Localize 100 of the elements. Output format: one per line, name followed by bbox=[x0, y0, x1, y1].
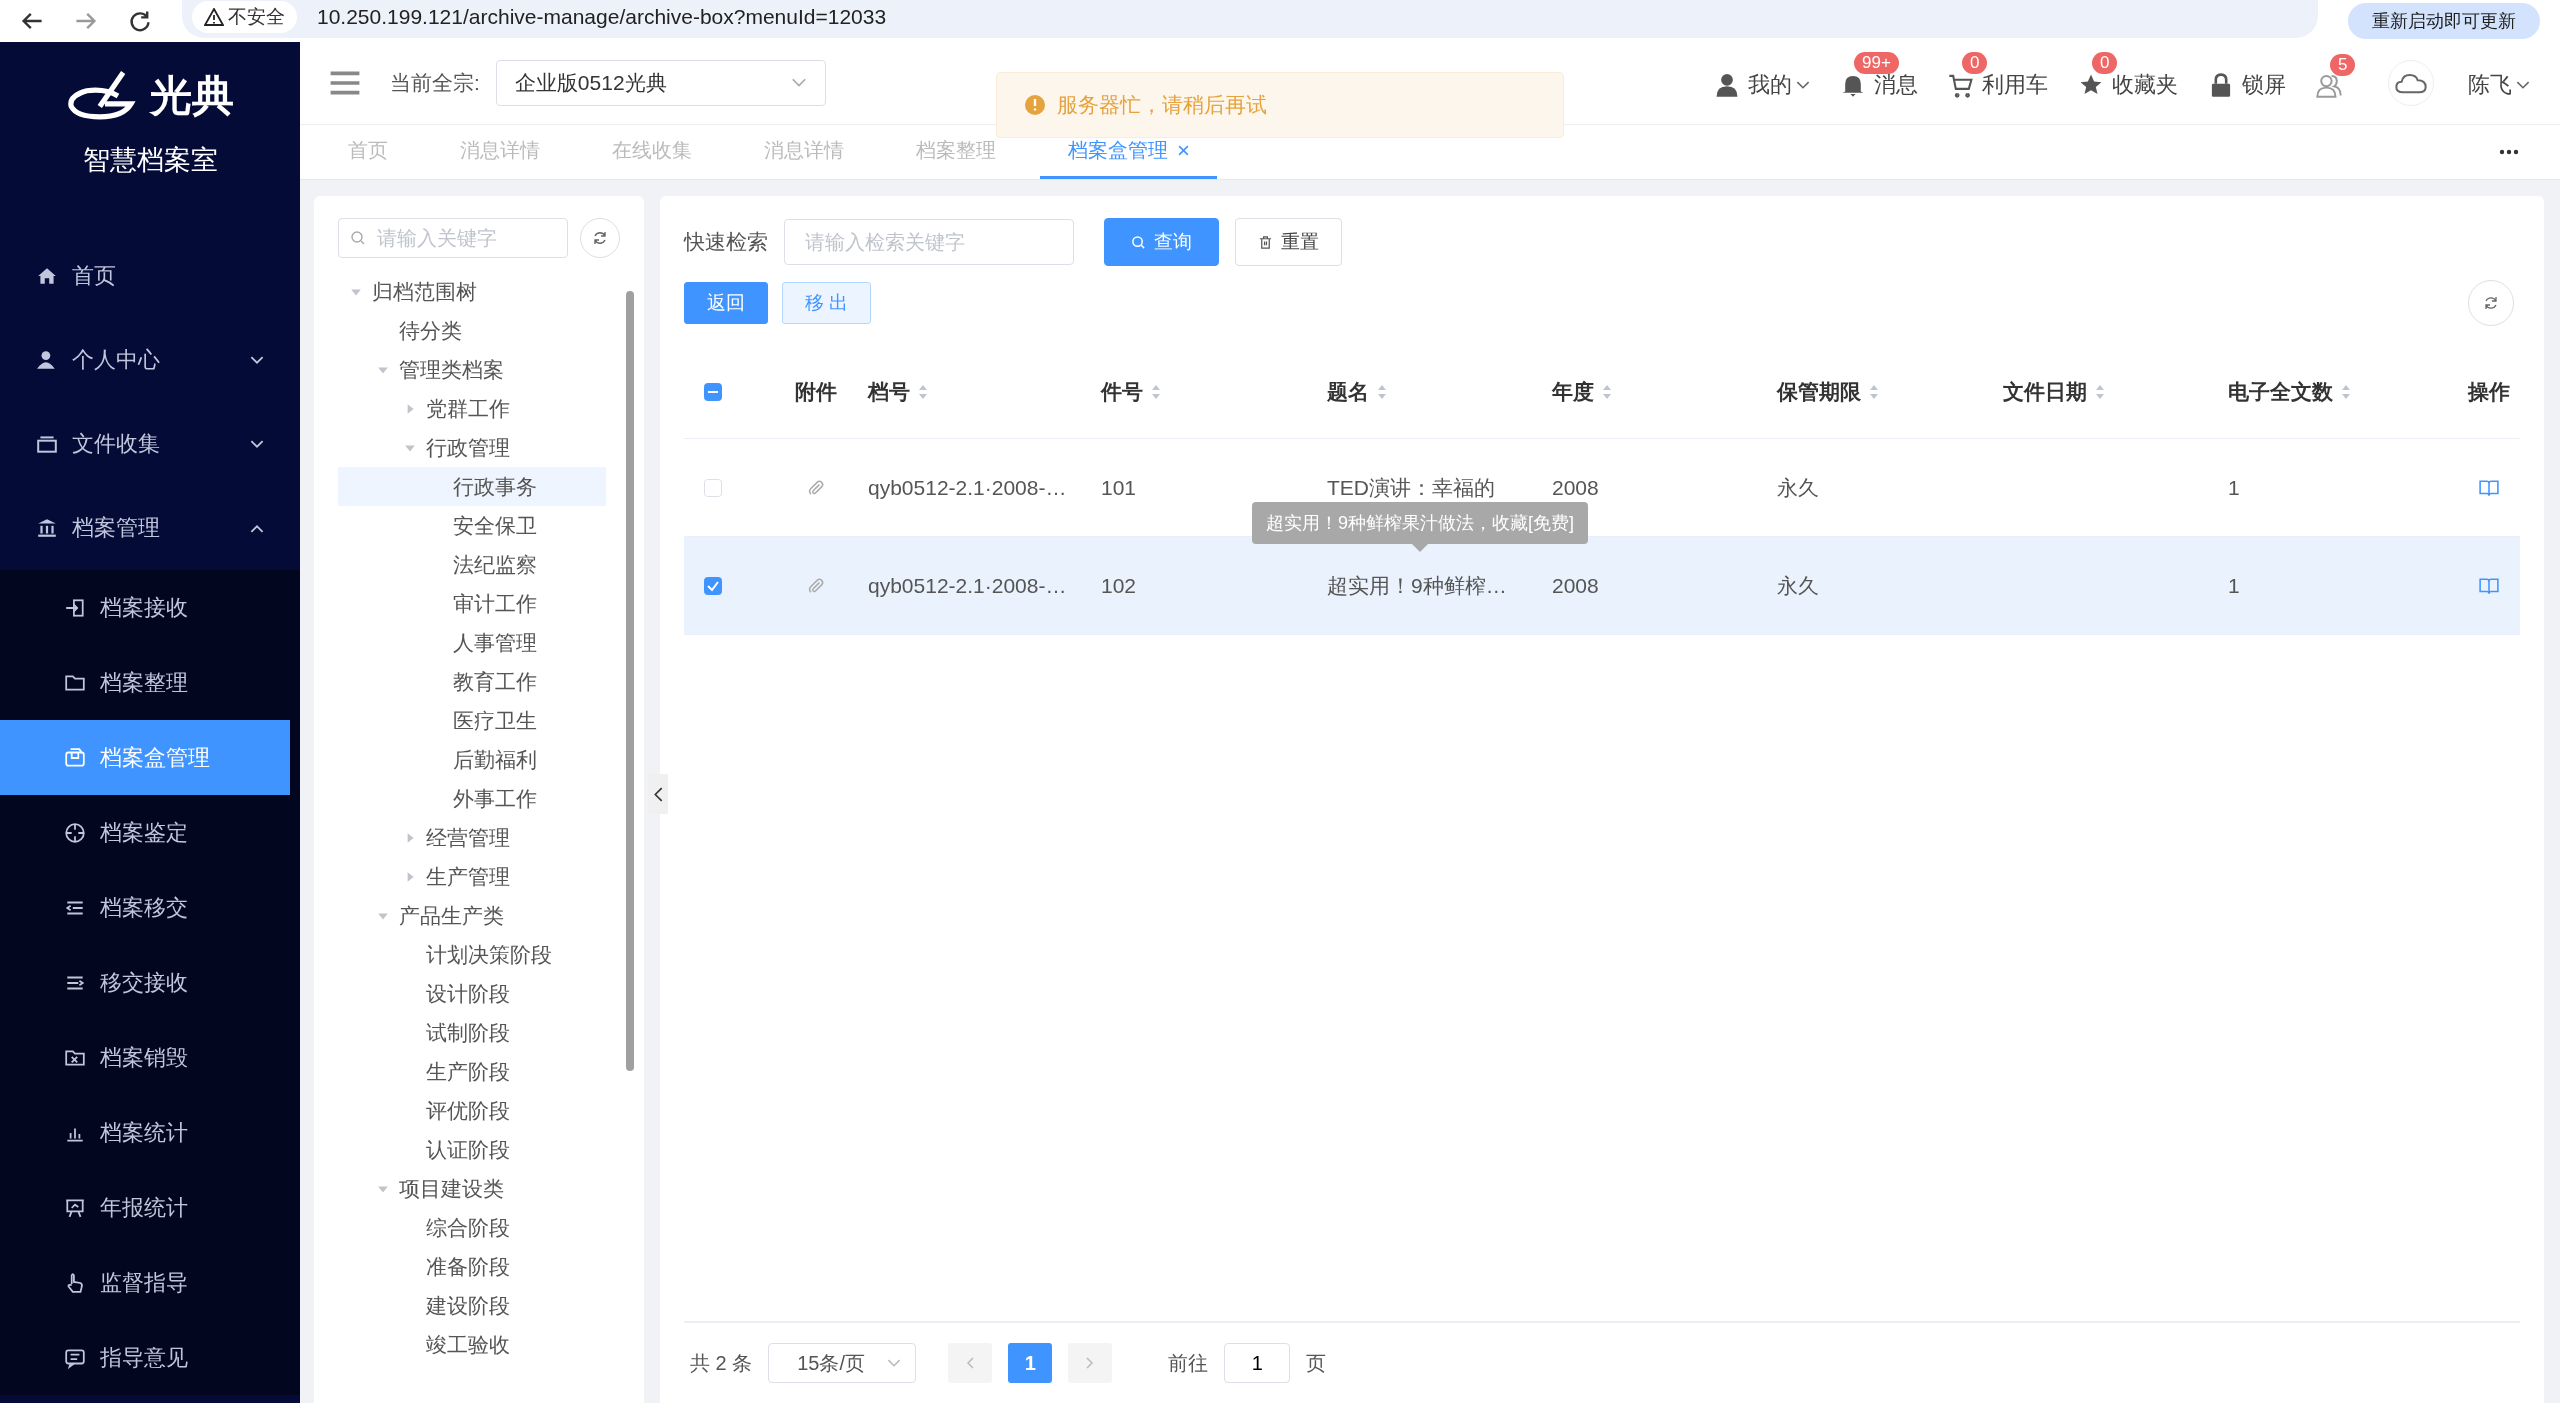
count-badge: 0 bbox=[2092, 52, 2118, 74]
tree-node[interactable]: 教育工作 bbox=[338, 662, 606, 701]
tree-node[interactable]: 生产阶段 bbox=[338, 1052, 606, 1091]
more-icon[interactable] bbox=[2498, 149, 2520, 155]
column-header[interactable]: 操作 bbox=[2454, 378, 2520, 406]
close-icon[interactable] bbox=[1178, 145, 1189, 156]
column-header[interactable]: 年度 bbox=[1548, 378, 1773, 406]
update-button[interactable]: 重新启动即可更新 bbox=[2348, 3, 2540, 39]
sidebar-subitem[interactable]: 移交接收 bbox=[0, 945, 290, 1020]
tree-node[interactable]: 计划决策阶段 bbox=[338, 935, 606, 974]
tree-node[interactable]: 医疗卫生 bbox=[338, 701, 606, 740]
column-header[interactable]: 附件 bbox=[764, 378, 864, 406]
column-header[interactable]: 电子全文数 bbox=[2224, 378, 2454, 406]
total-count: 共 2 条 bbox=[690, 1350, 753, 1376]
tree-node[interactable]: 经营管理 bbox=[338, 818, 606, 857]
column-header[interactable]: 文件日期 bbox=[1999, 378, 2224, 406]
target-icon bbox=[64, 821, 86, 844]
tree-node[interactable]: 人事管理 bbox=[338, 623, 606, 662]
enter-icon bbox=[64, 596, 86, 619]
address-bar[interactable]: 不安全 10.250.199.121/archive-manage/archive-box?menuId=12033 bbox=[182, 0, 2318, 38]
table-cell: 101 bbox=[1101, 475, 1137, 500]
sidebar-subitem[interactable]: 档案鉴定 bbox=[0, 795, 290, 870]
tree-node[interactable]: 认证阶段 bbox=[338, 1130, 606, 1169]
row-checkbox[interactable] bbox=[704, 576, 722, 595]
search-label: 快速检索 bbox=[684, 229, 768, 255]
reload-icon[interactable] bbox=[128, 9, 152, 33]
search-field[interactable]: 请输入检索关键字 bbox=[784, 219, 1074, 265]
org-label: 当前全宗: bbox=[390, 70, 480, 96]
warning-icon bbox=[1025, 95, 1045, 115]
tree-node[interactable]: 竣工验收 bbox=[338, 1325, 606, 1364]
header-action[interactable]: 99+ 消息 bbox=[1840, 52, 1918, 114]
tree-node[interactable]: 产品生产类 bbox=[338, 896, 606, 935]
column-header[interactable]: 件号 bbox=[1097, 378, 1323, 406]
user-menu[interactable]: 陈飞 bbox=[2464, 52, 2530, 114]
header-action[interactable]: 锁屏 bbox=[2208, 52, 2286, 114]
book-icon[interactable] bbox=[2479, 576, 2499, 595]
select-all-checkbox[interactable] bbox=[704, 383, 722, 401]
tree-node[interactable]: 行政管理 bbox=[338, 428, 606, 467]
count-badge: 0 bbox=[1962, 52, 1988, 74]
tree-node[interactable]: 归档范围树 bbox=[338, 272, 606, 311]
table-cell-text: 永久 bbox=[1777, 474, 1819, 501]
org-select[interactable]: 企业版0512光典 bbox=[495, 60, 826, 106]
trash-icon bbox=[1258, 234, 1273, 250]
column-header[interactable]: 题名 bbox=[1323, 378, 1548, 406]
table-row[interactable]: qyb0512-2.1·2008-… 102 超实用！9种鲜榨… 2008 永久 1 bbox=[684, 537, 2520, 635]
header-action[interactable]: 0 利用车 bbox=[1948, 52, 2048, 114]
security-warning[interactable]: 不安全 bbox=[192, 1, 297, 33]
page-input[interactable]: 1 bbox=[1224, 1343, 1291, 1383]
tree-node[interactable]: 建设阶段 bbox=[338, 1286, 606, 1325]
scrollbar[interactable] bbox=[626, 291, 634, 1071]
tree-node[interactable]: 后勤福利 bbox=[338, 740, 606, 779]
reset-button[interactable]: 重置 bbox=[1235, 218, 1342, 266]
collapse-button[interactable] bbox=[648, 774, 668, 814]
tree-node[interactable]: 管理类档案 bbox=[338, 350, 606, 389]
count-badge: 99+ bbox=[1854, 52, 1899, 74]
header-action[interactable]: 0 收藏夹 bbox=[2078, 52, 2178, 114]
column-header[interactable]: 保管期限 bbox=[1773, 378, 1999, 406]
search-icon bbox=[1131, 234, 1146, 250]
tree-node[interactable]: 设计阶段 bbox=[338, 974, 606, 1013]
sidebar-item[interactable]: 首页 bbox=[0, 234, 300, 318]
tree-node[interactable]: 待分类 bbox=[338, 311, 606, 350]
tree-search-field[interactable]: 请输入关键字 bbox=[338, 218, 568, 258]
chevron-down-icon bbox=[790, 78, 807, 88]
sidebar-subitem[interactable]: 档案移交 bbox=[0, 870, 290, 945]
header-action[interactable]: 我的 bbox=[1714, 52, 1810, 114]
sort-icon bbox=[1377, 384, 1387, 400]
tree-node[interactable]: 党群工作 bbox=[338, 389, 606, 428]
tree-node[interactable]: 综合阶段 bbox=[338, 1208, 606, 1247]
sidebar-subitem[interactable]: 档案整理 bbox=[0, 645, 290, 720]
book-icon[interactable] bbox=[2479, 478, 2499, 497]
tree-node[interactable]: 外事工作 bbox=[338, 779, 606, 818]
page-size-select[interactable]: 15条/页 bbox=[768, 1343, 917, 1383]
paperclip-icon bbox=[807, 576, 825, 595]
users-icon bbox=[2316, 72, 2342, 98]
column-header[interactable]: 档号 bbox=[864, 378, 1097, 406]
tree-node[interactable]: 评优阶段 bbox=[338, 1091, 606, 1130]
tree-node[interactable]: 试制阶段 bbox=[338, 1013, 606, 1052]
tree-node[interactable]: 安全保卫 bbox=[338, 506, 606, 545]
sidebar-subitem[interactable]: 档案销毁 bbox=[0, 1020, 290, 1095]
tree-node[interactable]: 准备阶段 bbox=[338, 1247, 606, 1286]
sidebar-subitem[interactable]: 年报统计 bbox=[0, 1170, 290, 1245]
sidebar-item[interactable]: 档案管理 bbox=[0, 486, 300, 570]
sidebar-subitem[interactable]: 档案统计 bbox=[0, 1095, 290, 1170]
sidebar-item[interactable]: 个人中心 bbox=[0, 318, 300, 402]
chevron-up-icon bbox=[250, 523, 264, 533]
table-cell: 2008 bbox=[1552, 573, 1599, 598]
sidebar-item[interactable]: 文件收集 bbox=[0, 402, 300, 486]
sidebar-subitem[interactable]: 监督指导 bbox=[0, 1245, 290, 1320]
table-cell: qyb0512-2.1·2008-… bbox=[868, 475, 1067, 500]
tree-node[interactable]: 行政事务 bbox=[338, 467, 606, 506]
page-unit: 页 bbox=[1306, 1350, 1327, 1376]
menu-icon[interactable] bbox=[330, 71, 360, 95]
sidebar-subitem[interactable]: 档案接收 bbox=[0, 570, 290, 645]
tree-node[interactable]: 审计工作 bbox=[338, 584, 606, 623]
tree-node[interactable]: 生产管理 bbox=[338, 857, 606, 896]
chevron-down-icon bbox=[1796, 80, 1810, 90]
goto-label: 前往 bbox=[1168, 1350, 1209, 1376]
sidebar-subitem[interactable]: 指导意见 bbox=[0, 1320, 290, 1395]
tree-node[interactable]: 项目建设类 bbox=[338, 1169, 606, 1208]
tree-node[interactable]: 法纪监察 bbox=[338, 545, 606, 584]
